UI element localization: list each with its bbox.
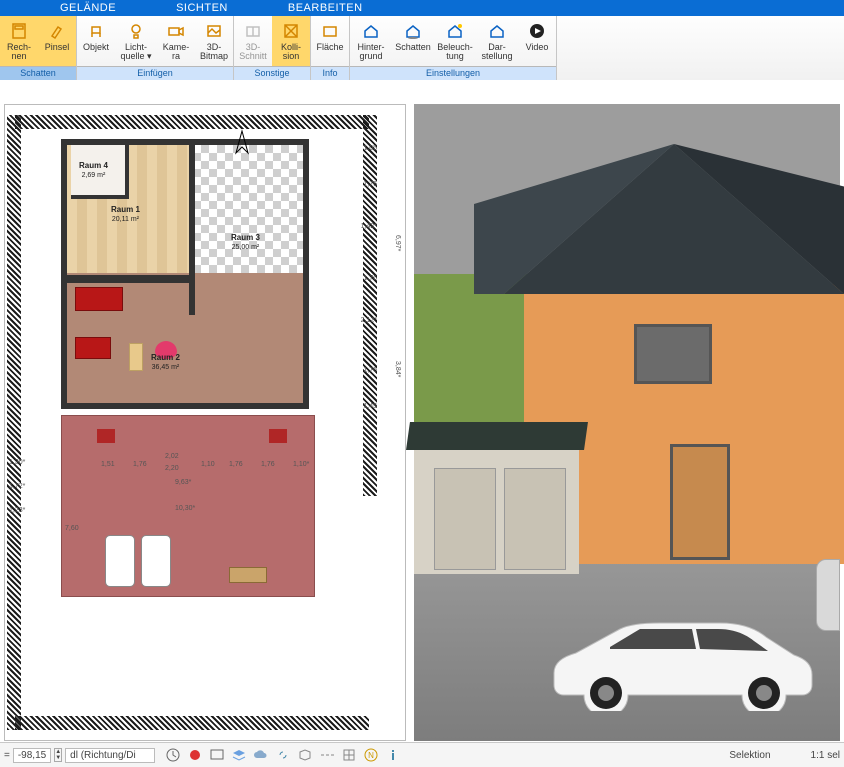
ribbon-group-info: Fläche Info: [311, 16, 350, 80]
area-icon: [320, 21, 340, 41]
ribbon-group-einstellungen: Hinter-grund Schatten Beleuch-tung Dar-s…: [350, 16, 557, 80]
bitmap-button[interactable]: 3D-Bitmap: [195, 16, 233, 66]
door: [670, 444, 730, 560]
history-icon[interactable]: [164, 746, 182, 764]
menu-gelaende[interactable]: GELÄNDE: [60, 2, 116, 14]
ribbon-group-sonstige: 3D-Schnitt Kolli-sion Sonstige: [234, 16, 311, 80]
3dschnitt-button[interactable]: 3D-Schnitt: [234, 16, 272, 66]
record-icon[interactable]: [186, 746, 204, 764]
image-icon: [204, 21, 224, 41]
house-icon: [361, 21, 381, 41]
play-icon: [527, 21, 547, 41]
beanbag: [155, 341, 177, 359]
garage-door-1: [434, 468, 496, 570]
car-top-1: [105, 535, 135, 587]
collision-icon: [281, 21, 301, 41]
direction-input[interactable]: dl (Richtung/Di: [65, 748, 155, 763]
ribbon-group-schatten: Rech-nen Pinsel Schatten: [0, 16, 77, 80]
pinsel-button[interactable]: Pinsel: [38, 16, 76, 66]
bulb-icon: [126, 21, 146, 41]
layers-icon[interactable]: [230, 746, 248, 764]
car-3d: [544, 601, 814, 711]
dash-icon[interactable]: [318, 746, 336, 764]
bench-top: [229, 567, 267, 583]
brush-icon: [47, 21, 67, 41]
menubar: GELÄNDE SICHTEN BEARBEITEN: [0, 0, 844, 16]
section-icon: [243, 21, 263, 41]
menu-sichten[interactable]: SICHTEN: [176, 2, 228, 14]
roof: [474, 134, 844, 304]
statusbar: = -98,15 ▲▼ dl (Richtung/Di N Selektion …: [0, 742, 844, 767]
schatten-button[interactable]: Schatten: [392, 16, 434, 66]
hintergrund-button[interactable]: Hinter-grund: [350, 16, 392, 66]
display-icon: [487, 21, 507, 41]
coord-stepper[interactable]: ▲▼: [54, 748, 62, 762]
selection-label: Selektion: [729, 750, 770, 761]
group-label-einstellungen: Einstellungen: [350, 66, 556, 80]
car-3d-2: [816, 559, 840, 631]
darstellung-button[interactable]: Dar-stellung: [476, 16, 518, 66]
kollision-button[interactable]: Kolli-sion: [272, 16, 310, 66]
objekt-button[interactable]: Objekt: [77, 16, 115, 66]
render-view[interactable]: [414, 104, 840, 741]
info-icon[interactable]: [384, 746, 402, 764]
lighting-icon: [445, 21, 465, 41]
shadow-icon: [403, 21, 423, 41]
table: [129, 343, 143, 371]
cloud-icon[interactable]: [252, 746, 270, 764]
status-toolstrip: N: [164, 746, 402, 764]
planter-2: [269, 429, 287, 443]
compass-icon: [231, 129, 253, 157]
video-button[interactable]: Video: [518, 16, 556, 66]
planter-1: [97, 429, 115, 443]
link-icon[interactable]: [274, 746, 292, 764]
unit-label: =: [4, 750, 10, 761]
camera-icon: [166, 21, 186, 41]
flaeche-button[interactable]: Fläche: [311, 16, 349, 66]
grid-icon[interactable]: [340, 746, 358, 764]
ribbon: Rech-nen Pinsel Schatten Objekt Licht-qu…: [0, 16, 844, 81]
ribbon-group-einfuegen: Objekt Licht-quelle ▾ Kame-ra 3D-Bitmap …: [77, 16, 234, 80]
chair-icon: [86, 21, 106, 41]
calculator-icon: [9, 21, 29, 41]
beleuchtung-button[interactable]: Beleuch-tung: [434, 16, 476, 66]
workspace: Raum 42,69 m² Raum 120,11 m² Raum 325,00…: [0, 80, 844, 745]
rechnen-button[interactable]: Rech-nen: [0, 16, 38, 66]
kamera-button[interactable]: Kame-ra: [157, 16, 195, 66]
car-top-2: [141, 535, 171, 587]
plan-view[interactable]: Raum 42,69 m² Raum 120,11 m² Raum 325,00…: [4, 104, 406, 741]
group-label-schatten: Schatten: [0, 66, 76, 80]
coord-input[interactable]: -98,15: [13, 748, 51, 763]
lichtquelle-button[interactable]: Licht-quelle ▾: [115, 16, 157, 66]
menu-bearbeiten[interactable]: BEARBEITEN: [288, 2, 363, 14]
sofa-1: [75, 287, 123, 311]
svg-text:N: N: [368, 751, 374, 760]
window-upper: [634, 324, 712, 384]
cube-icon[interactable]: [296, 746, 314, 764]
group-label-info: Info: [311, 66, 349, 80]
garage-door-2: [504, 468, 566, 570]
scale-label: 1:1 sel: [811, 750, 840, 761]
sofa-2: [75, 337, 111, 359]
north-icon[interactable]: N: [362, 746, 380, 764]
group-label-sonstige: Sonstige: [234, 66, 310, 80]
group-label-einfuegen: Einfügen: [77, 66, 233, 80]
screen-icon[interactable]: [208, 746, 226, 764]
